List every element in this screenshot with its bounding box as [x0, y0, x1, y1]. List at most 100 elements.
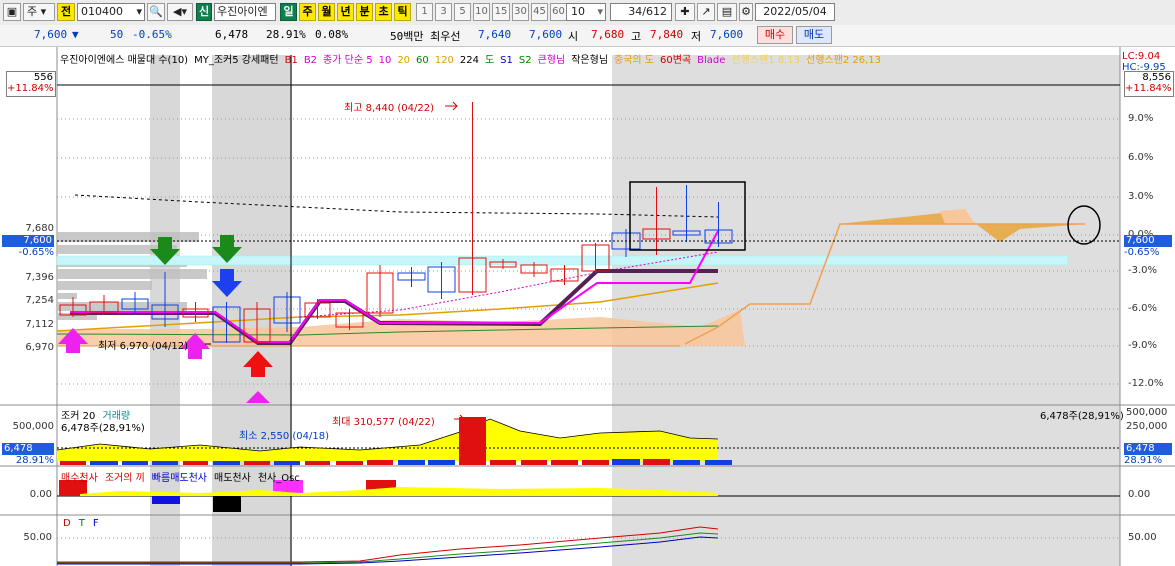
- legend-item: Blade: [697, 55, 726, 66]
- period-tab[interactable]: 년: [337, 3, 354, 21]
- minute-tab[interactable]: 15: [492, 3, 510, 21]
- quote-bar: 7,600 ▼ 50 -0.65% 6,478 28.91% 0.08% 50백…: [0, 25, 1175, 47]
- date-input[interactable]: 2022/05/04: [755, 3, 835, 21]
- volume-bar: [367, 460, 393, 465]
- legend-item: 작은형님: [571, 55, 609, 66]
- right-percent-tick: 3.0%: [1128, 191, 1154, 202]
- stock-code-value: 010400: [81, 5, 123, 18]
- legend-item: B2: [303, 55, 318, 66]
- period-tab[interactable]: 분: [356, 3, 373, 21]
- crosshair-icon[interactable]: ✚: [675, 3, 695, 21]
- minute-tab[interactable]: 30: [512, 3, 529, 21]
- right-percent-tick: -6.0%: [1128, 303, 1158, 314]
- osc-legend-item: 매수천사: [61, 473, 98, 484]
- left-range-pct: +11.84%: [7, 83, 54, 94]
- period-tab[interactable]: 초: [375, 3, 392, 21]
- minute-tab[interactable]: 45: [531, 3, 548, 21]
- stock-code-input[interactable]: 010400 ▾: [77, 3, 145, 21]
- low-label: 저: [691, 30, 702, 43]
- open-price: 7,680: [591, 28, 625, 41]
- period-tab[interactable]: 틱: [394, 3, 411, 21]
- save-icon[interactable]: ▤: [717, 3, 737, 21]
- all-button[interactable]: 전: [57, 3, 75, 21]
- osc-left-tick: 0.00: [29, 489, 52, 500]
- osc-legend-item: 조거의 끼: [104, 473, 145, 484]
- stock-name-field[interactable]: 우진아이엔: [214, 3, 276, 21]
- toolbar: ▣ 주 ▾ 전 010400 ▾ 🔍 ◀▾ 신 우진아이엔 일주월년분초틱 135…: [0, 0, 1175, 26]
- volume-bar: [305, 461, 330, 465]
- legend-item: 큰형님: [537, 55, 566, 66]
- left-price-tick: 7,680: [25, 223, 54, 234]
- volume-bar: [183, 461, 208, 465]
- gear-icon[interactable]: ⚙: [739, 3, 753, 21]
- price-change: 50: [110, 28, 124, 41]
- minute-tab[interactable]: 5: [454, 3, 471, 21]
- dtf-legend-item: F: [92, 518, 99, 529]
- dtf-legend-item: D: [63, 518, 71, 529]
- volume-bar: [428, 460, 455, 465]
- osc-legend-item: 매도천사: [214, 473, 251, 484]
- down-arrow-icon: ▼: [72, 28, 79, 41]
- period-tab[interactable]: 주: [299, 3, 316, 21]
- count-select[interactable]: 10 ▾: [566, 3, 606, 21]
- left-price-tick: 7,254: [25, 295, 54, 306]
- ask-price: 7,640: [478, 28, 512, 41]
- legend-item: 도: [484, 55, 495, 66]
- volume-left-current-value: 6,478: [2, 443, 54, 455]
- current-price: 7,600: [34, 28, 68, 41]
- dtf-legend: DTF: [63, 518, 107, 529]
- sound-icon[interactable]: ◀▾: [167, 3, 193, 21]
- volume-bar: [152, 461, 178, 465]
- volume-right-label: 6,478주(28,91%): [1040, 411, 1124, 422]
- market-label: 주: [27, 5, 38, 18]
- change-percent: -0.65%: [132, 28, 172, 41]
- volume-left-current-pct: 28.91%: [15, 455, 54, 466]
- legend-item: 중국의 도: [614, 55, 655, 66]
- volume-right-current: 6,478 28.91%: [1124, 443, 1172, 466]
- right-range-top: 8,556: [1142, 72, 1171, 83]
- legend-item: S2: [518, 55, 532, 66]
- volume-sub: 6,478주(28,91%): [61, 423, 145, 434]
- page-indicator: 34/612: [610, 3, 672, 21]
- minute-tab[interactable]: 60: [550, 3, 567, 21]
- right-current-pct: -0.65%: [1124, 247, 1160, 258]
- left-range-top: 556: [33, 72, 53, 83]
- period-tab[interactable]: 월: [318, 3, 335, 21]
- volume-bar: [673, 460, 700, 465]
- trend-icon[interactable]: ↗: [697, 3, 715, 21]
- new-badge: 신: [196, 3, 212, 21]
- legend-item: 선행스팬1 8,13: [731, 55, 801, 66]
- minute-tab[interactable]: 1: [416, 3, 433, 21]
- buy-button[interactable]: 매수: [757, 26, 793, 44]
- legend-item: 종가 단순 5: [323, 55, 373, 66]
- search-icon[interactable]: 🔍: [147, 3, 165, 21]
- legend-item: 224: [459, 55, 479, 66]
- stock-chart[interactable]: 우진아이엔에스 매물대 수(10) MY_조커5 강세패턴 B1 B2 종가 단순 5 1…: [0, 47, 1175, 566]
- chart-canvas[interactable]: [0, 47, 1175, 566]
- right-percent-tick: 6.0%: [1128, 152, 1154, 163]
- count-value: 10: [571, 5, 585, 18]
- low-annotation: 최저 6,970 (04/12): [98, 341, 189, 352]
- turnover: 0.08%: [315, 28, 349, 41]
- right-current-value: 7,600: [1124, 235, 1172, 247]
- window-icon[interactable]: ▣: [3, 3, 21, 21]
- high-label: 고: [631, 30, 642, 43]
- sell-button[interactable]: 매도: [796, 26, 832, 44]
- volume-bar: [244, 461, 270, 465]
- legend-item: B1: [284, 55, 298, 66]
- legend-item: 120: [434, 55, 454, 66]
- minute-tab[interactable]: 10: [473, 3, 490, 21]
- left-price-tick: 7,112: [25, 319, 54, 330]
- quote-tag: 50백만 최우선: [390, 30, 461, 43]
- volume-bar: [643, 459, 670, 465]
- period-tab[interactable]: 일: [280, 3, 297, 21]
- market-select[interactable]: 주 ▾: [23, 3, 55, 21]
- volume-bar: [705, 460, 732, 465]
- osc-right-tick: 0.00: [1128, 489, 1151, 500]
- volume-left-tick: 500,000: [12, 421, 54, 432]
- osc-legend-item: 천사_Osc: [257, 473, 300, 484]
- legend-item: 20: [397, 55, 411, 66]
- volume-max-label: 최대 310,577 (04/22): [332, 417, 435, 428]
- minute-tab[interactable]: 3: [435, 3, 452, 21]
- volume: 6,478: [215, 28, 249, 41]
